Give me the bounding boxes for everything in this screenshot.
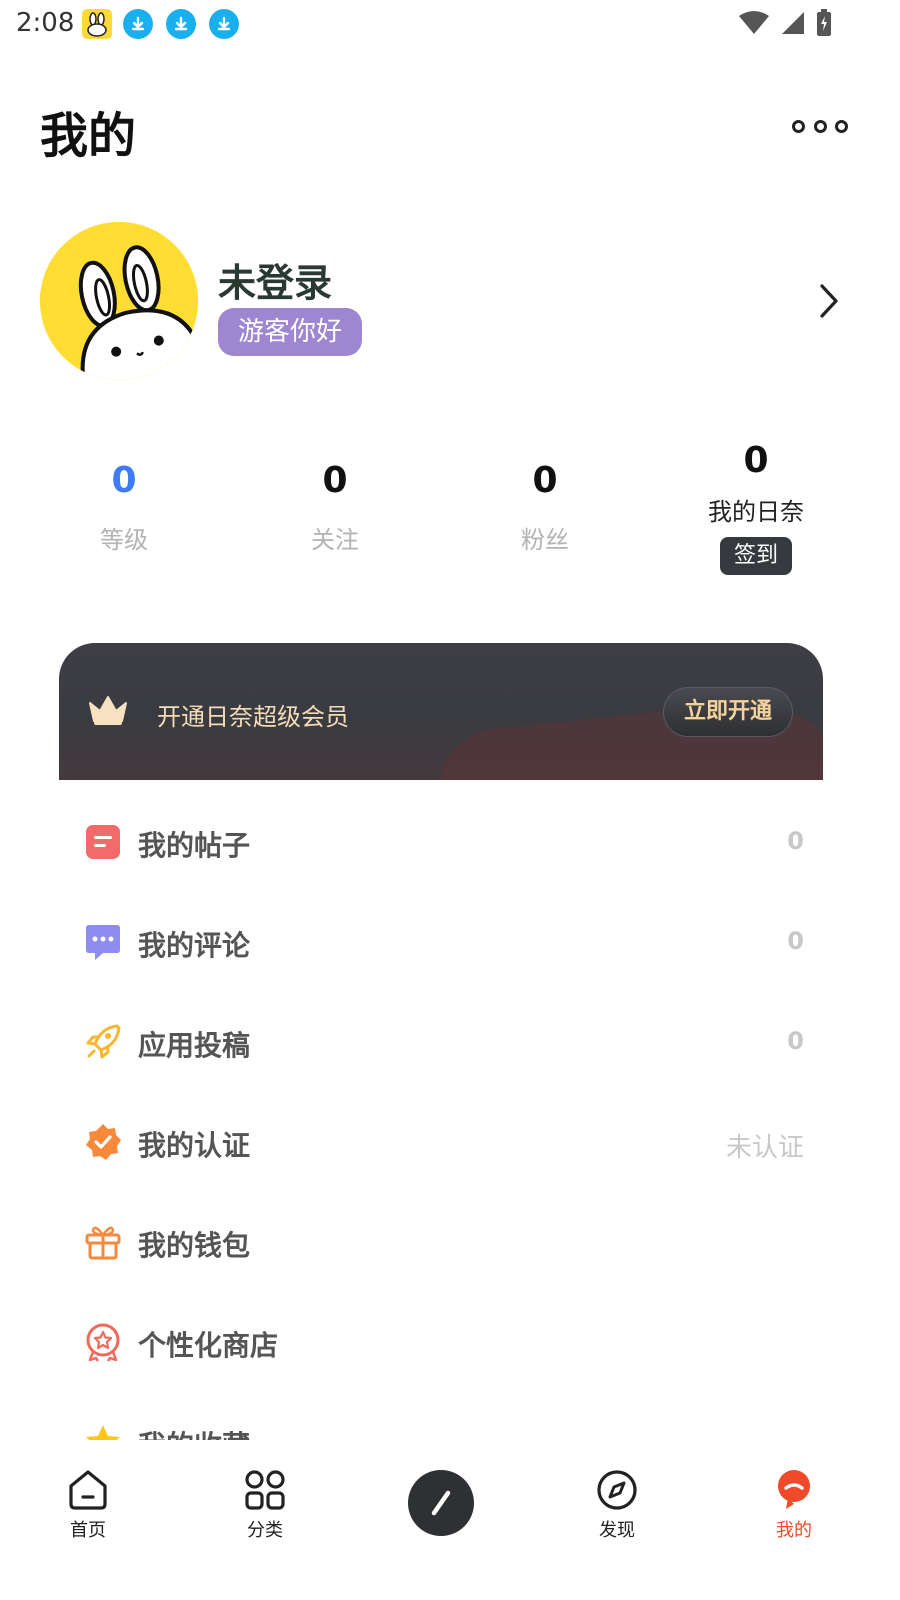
menu-label: 应用投稿 [138,1029,251,1062]
more-dots-icon [835,119,848,133]
menu-item-my-posts[interactable]: 我的帖子 0 [0,792,900,892]
nav-label: 首页 [70,1520,106,1541]
download-icon [123,9,153,39]
gift-icon [85,1226,121,1260]
download-icon [209,9,239,39]
more-dots-icon [813,119,827,133]
menu-item-my-wallet[interactable]: 我的钱包 [0,1192,900,1292]
menu-item-my-verification[interactable]: 我的认证 未认证 [0,1092,900,1192]
menu-label: 我的评论 [138,929,251,962]
nav-tab-profile[interactable]: 我的 [744,1468,844,1542]
stat-coins-label: 我的日奈 [708,498,804,526]
wifi-icon [739,11,769,34]
nav-label: 分类 [247,1520,283,1541]
stat-fans-label: 粉丝 [521,526,569,554]
menu-item-app-submission[interactable]: 应用投稿 0 [0,992,900,1092]
signal-icon [782,12,804,34]
menu-label: 我的帖子 [138,829,251,862]
crown-icon [89,696,127,725]
guest-badge: 游客你好 [218,308,363,356]
avatar [40,222,198,380]
nav-tab-discover[interactable]: 发现 [567,1468,667,1542]
stat-following[interactable]: 0 关注 [245,460,425,555]
more-dots-icon [792,119,805,133]
profile-icon [778,1470,810,1509]
bottom-navigation: 首页 分类 发现 我的 [0,1440,900,1600]
menu-value: 0 [787,827,804,855]
stat-level-value: 0 [111,460,137,501]
stat-coins-value: 0 [743,440,769,481]
post-icon [86,825,120,859]
chevron-right-icon [820,284,838,318]
vip-banner[interactable]: 开通日奈超级会员 立即开通 [59,643,823,780]
vip-subscribe-button[interactable]: 立即开通 [663,687,793,737]
stat-fans[interactable]: 0 粉丝 [455,460,635,555]
menu-item-my-favorites[interactable]: 我的收藏 [0,1392,900,1440]
stat-following-label: 关注 [311,526,359,554]
menu-label: 我的收藏 [138,1424,250,1440]
menu-list: 我的帖子 0 我的评论 0 应用投稿 0 我的认证 未认证 我的钱包 个性化商店… [0,792,900,1440]
nav-label: 发现 [599,1520,635,1541]
menu-value: 0 [787,1027,804,1055]
category-icon [245,1470,285,1510]
menu-value: 0 [787,927,804,955]
more-options-button[interactable] [792,112,848,140]
home-icon [69,1470,107,1510]
compose-button[interactable] [408,1470,474,1536]
star-icon [86,1425,120,1440]
menu-label: 我的认证 [138,1129,251,1162]
checkin-button[interactable]: 签到 [719,537,792,575]
vip-promo-text: 开通日奈超级会员 [157,703,349,731]
download-icon [166,9,196,39]
stat-level-label: 等级 [100,526,148,554]
profile-card[interactable]: 未登录 游客你好 [0,222,900,382]
comment-icon [86,925,120,960]
stat-level[interactable]: 0 等级 [34,460,214,555]
menu-value: 未认证 [725,1133,804,1163]
menu-label: 个性化商店 [138,1329,279,1362]
stat-fans-value: 0 [532,460,558,501]
menu-label: 我的钱包 [138,1229,251,1262]
battery-charging-icon [817,9,831,36]
compose-icon [431,1490,451,1516]
page-title: 我的 [40,108,137,164]
nav-tab-home[interactable]: 首页 [38,1468,138,1542]
stat-following-value: 0 [322,460,348,501]
nav-label: 我的 [776,1520,812,1541]
nav-tab-category[interactable]: 分类 [215,1468,315,1542]
status-time: 2:08 [16,8,75,38]
status-indicators [738,9,832,37]
menu-item-my-comments[interactable]: 我的评论 0 [0,892,900,992]
bunny-app-icon [82,9,112,39]
username: 未登录 [218,261,333,305]
status-bar: 2:08 [0,0,900,48]
stat-coins: 0 我的日奈 签到 [666,440,846,575]
badge-icon [86,1323,120,1362]
compass-icon [597,1470,637,1510]
verified-icon [86,1124,121,1160]
menu-item-theme-store[interactable]: 个性化商店 [0,1292,900,1392]
rocket-icon [86,1024,121,1059]
